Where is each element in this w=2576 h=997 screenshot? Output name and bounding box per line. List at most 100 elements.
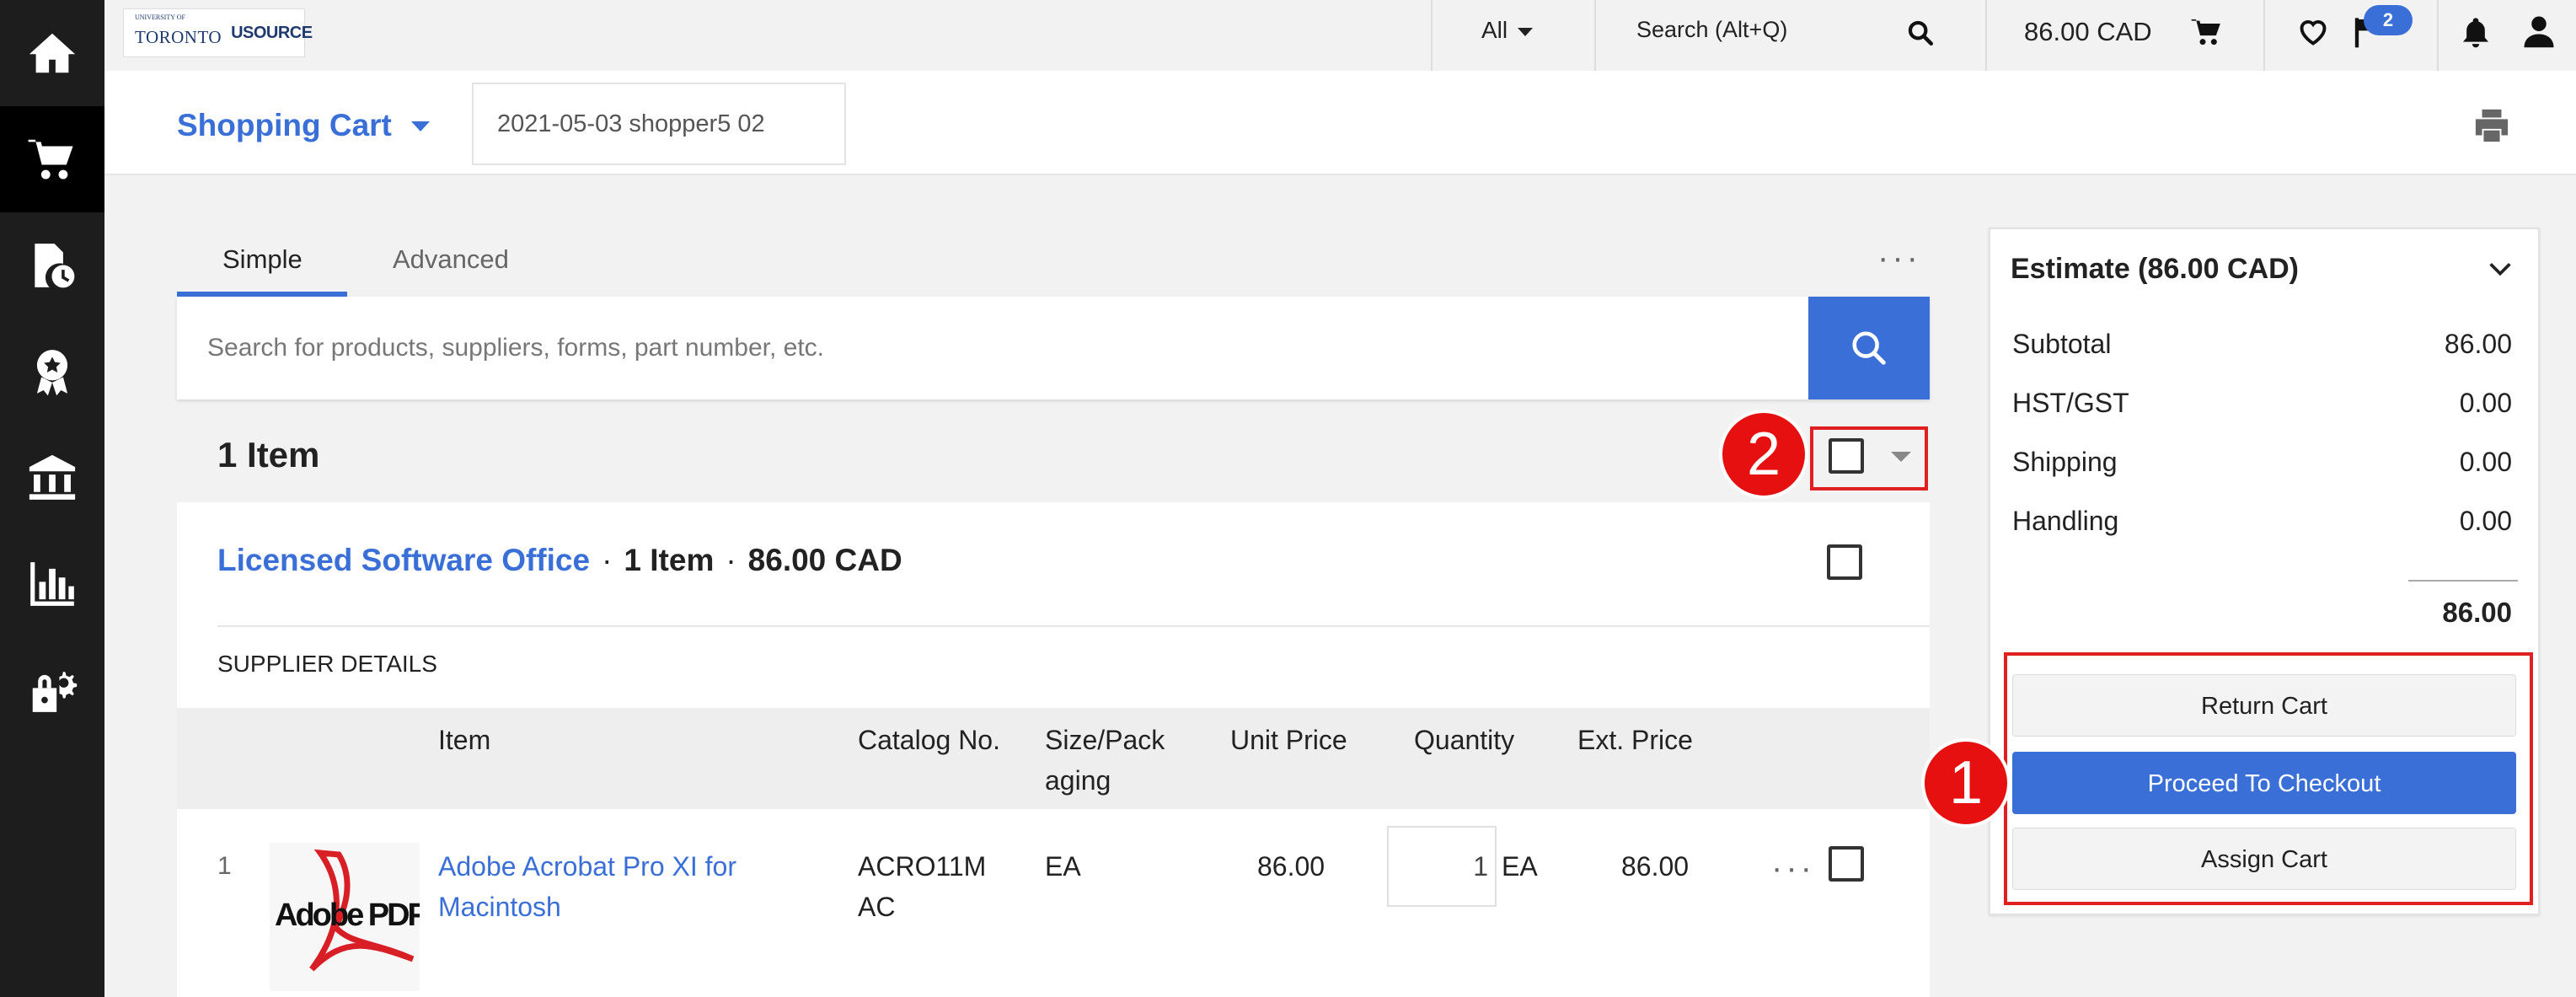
catalog-number: ACRO11M AC xyxy=(858,846,986,927)
nav-admin[interactable] xyxy=(0,637,104,743)
row-more-options-button[interactable]: ··· xyxy=(1771,851,1815,885)
divider xyxy=(217,625,1930,627)
unit-price: 86.00 xyxy=(1257,851,1325,882)
estimate-title: Estimate (86.00 CAD) xyxy=(2011,253,2300,285)
shipping-value: 0.00 xyxy=(2459,447,2512,477)
chevron-down-icon[interactable] xyxy=(1891,452,1911,462)
column-header-size-line1: Size/Pack xyxy=(1045,725,1165,755)
document-history-icon xyxy=(35,244,75,288)
extended-price: 86.00 xyxy=(1621,851,1690,882)
nav-awards[interactable] xyxy=(0,319,104,425)
topbar-divider xyxy=(2437,0,2439,71)
return-cart-button[interactable]: Return Cart xyxy=(2012,674,2516,737)
search-icon[interactable] xyxy=(1906,19,1935,47)
catalog-number-line1: ACRO11M xyxy=(858,851,987,882)
side-nav xyxy=(0,0,104,997)
product-search-bar xyxy=(177,297,1930,399)
separator: · xyxy=(602,543,613,577)
tab-advanced[interactable]: Advanced xyxy=(393,244,509,275)
shopping-cart-title[interactable]: Shopping Cart xyxy=(177,108,392,143)
more-options-button[interactable]: ··· xyxy=(1877,241,1921,275)
unit-of-measure: EA xyxy=(1502,851,1538,882)
search-icon xyxy=(1852,331,1886,365)
nav-documents[interactable] xyxy=(0,212,104,319)
cart-name-field[interactable]: 2021-05-03 shopper5 02 xyxy=(472,83,846,165)
search-scope-dropdown[interactable]: All xyxy=(1481,17,1533,44)
notification-count-badge: 2 xyxy=(2364,5,2413,35)
nav-shopping-cart[interactable] xyxy=(0,106,104,212)
catalog-number-line2: AC xyxy=(858,892,896,922)
user-profile-icon[interactable] xyxy=(2521,13,2557,49)
column-header-item: Item xyxy=(438,725,491,755)
column-header-ext-price: Ext. Price xyxy=(1577,725,1693,755)
tax-label: HST/GST xyxy=(2012,388,2129,418)
row-select-checkbox[interactable] xyxy=(1829,846,1864,882)
chevron-down-icon[interactable] xyxy=(411,121,430,131)
cart-total-link[interactable]: 86.00 CAD xyxy=(2024,17,2152,47)
annotation-marker-2: 2 xyxy=(1719,410,1808,499)
handling-label: Handling xyxy=(2012,506,2119,536)
logo-small-text: UNIVERSITY OF xyxy=(135,13,185,21)
logo-university: TORONTO xyxy=(135,26,222,47)
svg-text:Adobe PDF: Adobe PDF xyxy=(275,898,420,933)
bar-chart-icon xyxy=(30,562,74,606)
row-index: 1 xyxy=(217,852,232,880)
shopping-cart-icon xyxy=(28,139,73,180)
supplier-name-link[interactable]: Licensed Software Office xyxy=(217,543,590,577)
select-all-checkbox[interactable] xyxy=(1829,438,1864,474)
item-count-heading: 1 Item xyxy=(217,435,320,474)
university-logo[interactable]: UNIVERSITY OF TORONTO USOURCE xyxy=(123,8,313,57)
total-divider xyxy=(2408,580,2518,582)
logo-system: USOURCE xyxy=(231,23,313,42)
group-select-checkbox[interactable] xyxy=(1827,544,1862,580)
product-image[interactable]: Adobe PDF xyxy=(270,843,420,991)
search-button[interactable] xyxy=(1808,297,1930,399)
group-item-count: 1 Item xyxy=(624,543,715,577)
adobe-pdf-logo-icon: Adobe PDF xyxy=(275,849,420,972)
group-amount: 86.00 CAD xyxy=(747,543,902,577)
separator: · xyxy=(726,543,736,577)
product-name-line1: Adobe Acrobat Pro XI for xyxy=(438,851,736,882)
proceed-to-checkout-button[interactable]: Proceed To Checkout xyxy=(2012,752,2516,814)
handling-value: 0.00 xyxy=(2459,506,2512,536)
supplier-details-toggle[interactable]: SUPPLIER DETAILS xyxy=(217,651,437,678)
nav-bank[interactable] xyxy=(0,425,104,531)
column-header-quantity: Quantity xyxy=(1414,725,1515,755)
column-header-size-line2: aging xyxy=(1045,765,1111,796)
estimate-total: 86.00 xyxy=(2442,597,2512,628)
bank-icon xyxy=(29,454,76,500)
column-header-size: Size/Pack aging xyxy=(1045,720,1165,801)
annotation-marker-1: 1 xyxy=(1921,738,2011,828)
nav-reports[interactable] xyxy=(0,531,104,637)
print-icon[interactable] xyxy=(2472,108,2511,143)
product-name-line2: Macintosh xyxy=(438,892,561,922)
shipping-label: Shipping xyxy=(2012,447,2118,477)
product-search-input[interactable] xyxy=(177,297,1808,399)
home-icon xyxy=(29,33,76,73)
chevron-down-icon xyxy=(1517,27,1533,36)
bell-icon[interactable] xyxy=(2459,15,2493,49)
topbar-divider xyxy=(1431,0,1433,71)
column-header-unit-price: Unit Price xyxy=(1230,725,1347,755)
favorites-heart-icon[interactable] xyxy=(2297,17,2329,47)
topbar-divider xyxy=(1594,0,1596,71)
size-packaging: EA xyxy=(1045,851,1081,882)
cart-icon[interactable] xyxy=(2189,15,2225,49)
supplier-group-title: Licensed Software Office · 1 Item · 86.00 CA… xyxy=(217,543,902,578)
topbar-divider xyxy=(2263,0,2265,71)
quantity-input[interactable]: 1 xyxy=(1387,826,1497,907)
award-ribbon-icon xyxy=(36,350,68,396)
search-scope-value: All xyxy=(1481,17,1508,43)
subtotal-value: 86.00 xyxy=(2444,329,2512,359)
topbar-divider xyxy=(1985,0,1987,71)
tax-value: 0.00 xyxy=(2459,388,2512,418)
assign-cart-button[interactable]: Assign Cart xyxy=(2012,828,2516,890)
tab-simple[interactable]: Simple xyxy=(222,244,303,275)
global-search-field[interactable]: Search (Alt+Q) xyxy=(1636,17,1787,43)
subtotal-label: Subtotal xyxy=(2012,329,2112,359)
product-name-link[interactable]: Adobe Acrobat Pro XI for Macintosh xyxy=(438,846,736,927)
lock-gear-icon xyxy=(32,672,78,712)
nav-home[interactable] xyxy=(0,0,104,106)
column-header-catalog: Catalog No. xyxy=(858,725,1000,755)
chevron-down-icon[interactable] xyxy=(2486,255,2514,287)
